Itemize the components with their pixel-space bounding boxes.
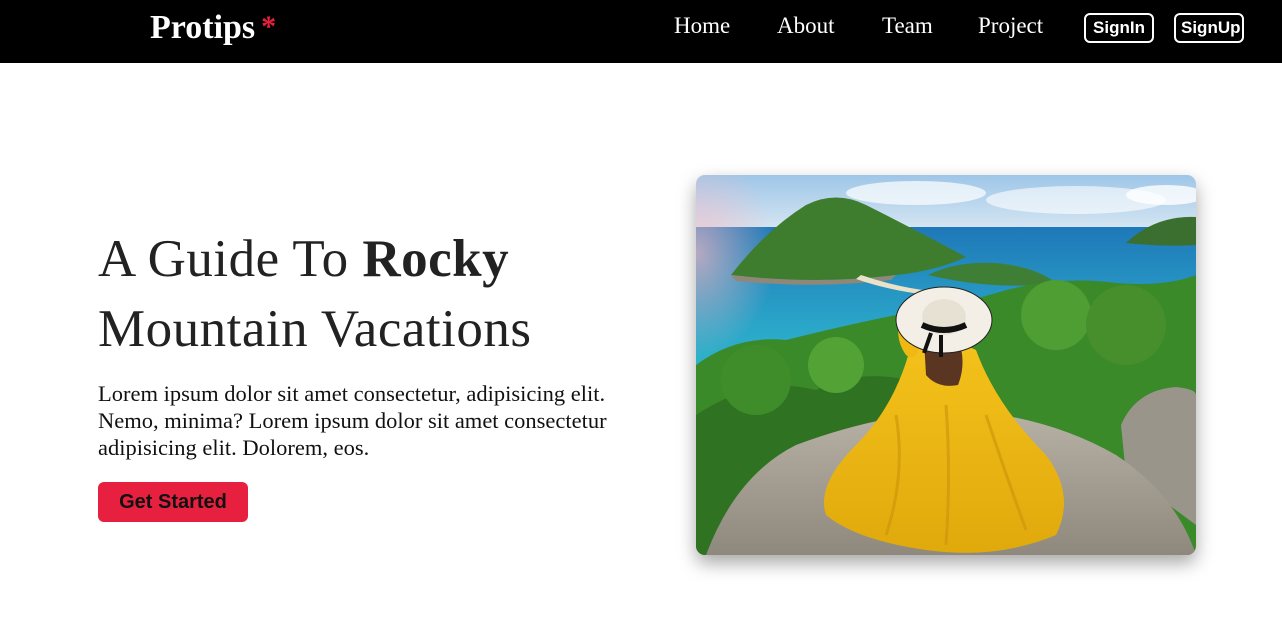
signup-button[interactable]: SignUp bbox=[1174, 13, 1244, 43]
brand-star-mark: * bbox=[261, 10, 277, 43]
hero-description: Lorem ipsum dolor sit amet consectetur, … bbox=[98, 381, 607, 460]
tree bbox=[808, 337, 864, 393]
signin-button[interactable]: SignIn bbox=[1084, 13, 1154, 43]
hero-title-part1: A Guide To bbox=[98, 230, 363, 288]
get-started-button[interactable]: Get Started bbox=[98, 482, 248, 522]
hero-title-bold: Rocky bbox=[362, 230, 510, 288]
nav-link-team[interactable]: Team bbox=[882, 12, 933, 40]
tree bbox=[1021, 280, 1091, 350]
nav-link-home[interactable]: Home bbox=[674, 12, 730, 40]
hero-title: A Guide To Rocky Mountain Vacations bbox=[98, 224, 638, 364]
nav-link-project[interactable]: Project bbox=[978, 12, 1043, 40]
tree bbox=[721, 345, 791, 415]
nav-link-about[interactable]: About bbox=[777, 12, 835, 40]
hero-title-part2: Mountain Vacations bbox=[98, 300, 532, 358]
brand-logo[interactable]: Protips * bbox=[150, 6, 276, 51]
hero-image bbox=[696, 175, 1196, 555]
tree bbox=[1086, 285, 1166, 365]
brand-name: Protips bbox=[150, 9, 256, 46]
navbar: Protips * Home About Team Project SignIn … bbox=[0, 0, 1282, 63]
